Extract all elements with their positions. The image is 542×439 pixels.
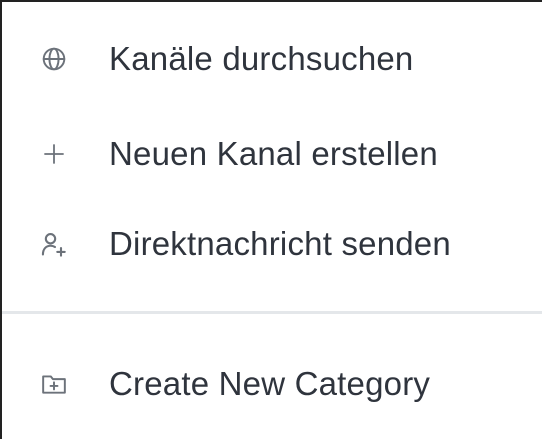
menu-divider [2, 311, 542, 314]
folder-plus-icon [40, 370, 68, 398]
globe-icon [40, 45, 68, 73]
menu-item-label: Kanäle durchsuchen [109, 40, 414, 77]
dropdown-frame: Kanäle durchsuchen Neuen Kanal erstellen [0, 0, 542, 439]
plus-icon [40, 140, 68, 168]
create-menu: Kanäle durchsuchen Neuen Kanal erstellen [2, 2, 542, 439]
menu-item-label: Create New Category [109, 365, 431, 402]
menu-item-label: Neuen Kanal erstellen [109, 135, 438, 172]
menu-item-label: Direktnachricht senden [109, 225, 451, 262]
menu-item-create-category[interactable]: Create New Category [2, 349, 542, 419]
menu-item-browse-channels[interactable]: Kanäle durchsuchen [2, 24, 542, 94]
user-plus-icon [40, 230, 68, 258]
menu-item-create-channel[interactable]: Neuen Kanal erstellen [2, 119, 542, 189]
menu-item-direct-message[interactable]: Direktnachricht senden [2, 209, 542, 279]
